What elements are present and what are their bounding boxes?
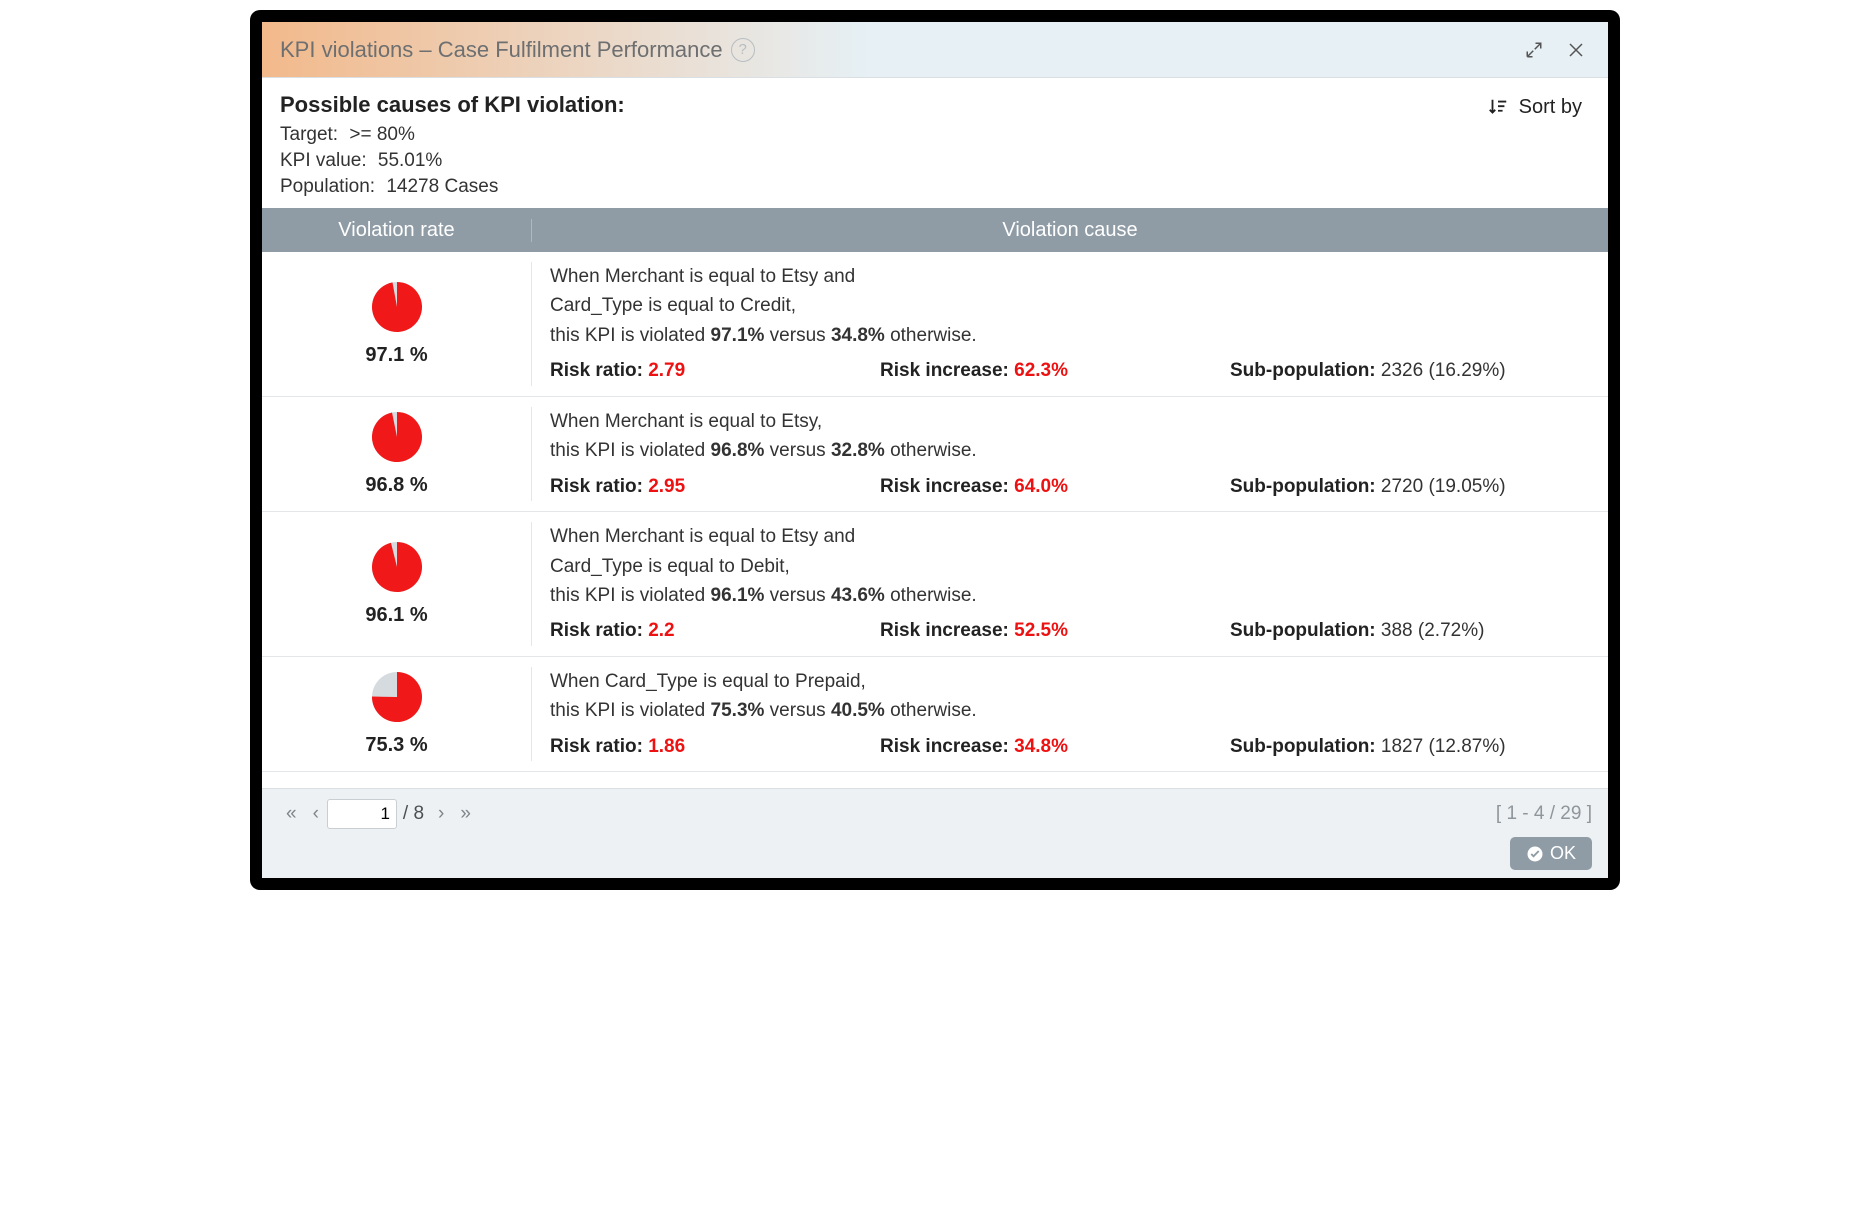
pie-chart-icon: [370, 670, 424, 724]
cause-conditions: When Merchant is equal to Etsy andCard_T…: [550, 522, 1590, 610]
violation-rate-value: 97.1 %: [365, 344, 427, 367]
cause-conditions: When Merchant is equal to Etsy, this KPI…: [550, 407, 1590, 466]
ok-button[interactable]: OK: [1510, 837, 1592, 870]
cell-violation-rate: 97.1 %: [262, 262, 532, 386]
summary-population: Population: 14278 Cases: [280, 176, 1479, 198]
table-row[interactable]: 96.1 % When Merchant is equal to Etsy an…: [262, 512, 1608, 657]
th-violation-rate: Violation rate: [262, 219, 532, 242]
th-violation-cause: Violation cause: [532, 219, 1608, 242]
cell-violation-rate: 75.3 %: [262, 667, 532, 761]
summary-kpi-value: KPI value: 55.01%: [280, 150, 1479, 172]
cell-violation-cause: When Merchant is equal to Etsy andCard_T…: [532, 262, 1608, 386]
help-icon[interactable]: ?: [731, 38, 755, 62]
pie-chart-icon: [370, 540, 424, 594]
cause-conditions: When Card_Type is equal to Prepaid, this…: [550, 667, 1590, 726]
pager-last-icon[interactable]: »: [452, 803, 479, 825]
dialog-title: KPI violations – Case Fulfilment Perform…: [280, 37, 723, 63]
pie-chart-icon: [370, 280, 424, 334]
cause-conditions: When Merchant is equal to Etsy andCard_T…: [550, 262, 1590, 350]
cell-violation-cause: When Card_Type is equal to Prepaid, this…: [532, 667, 1608, 761]
expand-icon[interactable]: [1520, 36, 1548, 64]
pie-chart-icon: [370, 410, 424, 464]
cause-metrics: Risk ratio: 2.2 Risk increase: 52.5% Sub…: [550, 616, 1590, 645]
pager-page-input[interactable]: [327, 799, 397, 829]
table-header: Violation rate Violation cause: [262, 208, 1608, 252]
titlebar: KPI violations – Case Fulfilment Perform…: [262, 22, 1608, 78]
pager-first-icon[interactable]: «: [278, 803, 305, 825]
cause-metrics: Risk ratio: 2.79 Risk increase: 62.3% Su…: [550, 356, 1590, 385]
table-row[interactable]: 97.1 % When Merchant is equal to Etsy an…: [262, 252, 1608, 397]
violation-rate-value: 96.8 %: [365, 474, 427, 497]
cause-metrics: Risk ratio: 2.95 Risk increase: 64.0% Su…: [550, 472, 1590, 501]
summary-target: Target: >= 80%: [280, 124, 1479, 146]
table-row[interactable]: 96.8 % When Merchant is equal to Etsy, t…: [262, 397, 1608, 512]
cell-violation-rate: 96.8 %: [262, 407, 532, 501]
table-body: 97.1 % When Merchant is equal to Etsy an…: [262, 252, 1608, 788]
pager-prev-icon[interactable]: ‹: [305, 803, 327, 825]
cause-metrics: Risk ratio: 1.86 Risk increase: 34.8% Su…: [550, 732, 1590, 761]
cell-violation-cause: When Merchant is equal to Etsy andCard_T…: [532, 522, 1608, 646]
pager-next-icon[interactable]: ›: [430, 803, 452, 825]
summary-heading: Possible causes of KPI violation:: [280, 92, 1479, 118]
dialog-kpi-violations: KPI violations – Case Fulfilment Perform…: [250, 10, 1620, 890]
check-circle-icon: [1526, 845, 1544, 863]
pager: « ‹ / 8 › » [ 1 - 4 / 29 ]: [278, 799, 1592, 829]
violation-rate-value: 75.3 %: [365, 734, 427, 757]
cell-violation-rate: 96.1 %: [262, 522, 532, 646]
pager-of: / 8: [403, 803, 424, 825]
sort-by-button[interactable]: Sort by: [1479, 92, 1590, 123]
table-row[interactable]: 75.3 % When Card_Type is equal to Prepai…: [262, 657, 1608, 772]
cell-violation-cause: When Merchant is equal to Etsy, this KPI…: [532, 407, 1608, 501]
footer: « ‹ / 8 › » [ 1 - 4 / 29 ] OK: [262, 788, 1608, 878]
sort-icon: [1487, 97, 1509, 119]
pager-range: [ 1 - 4 / 29 ]: [1496, 803, 1592, 825]
violation-rate-value: 96.1 %: [365, 604, 427, 627]
summary-block: Possible causes of KPI violation: Target…: [262, 78, 1608, 208]
close-icon[interactable]: [1562, 36, 1590, 64]
